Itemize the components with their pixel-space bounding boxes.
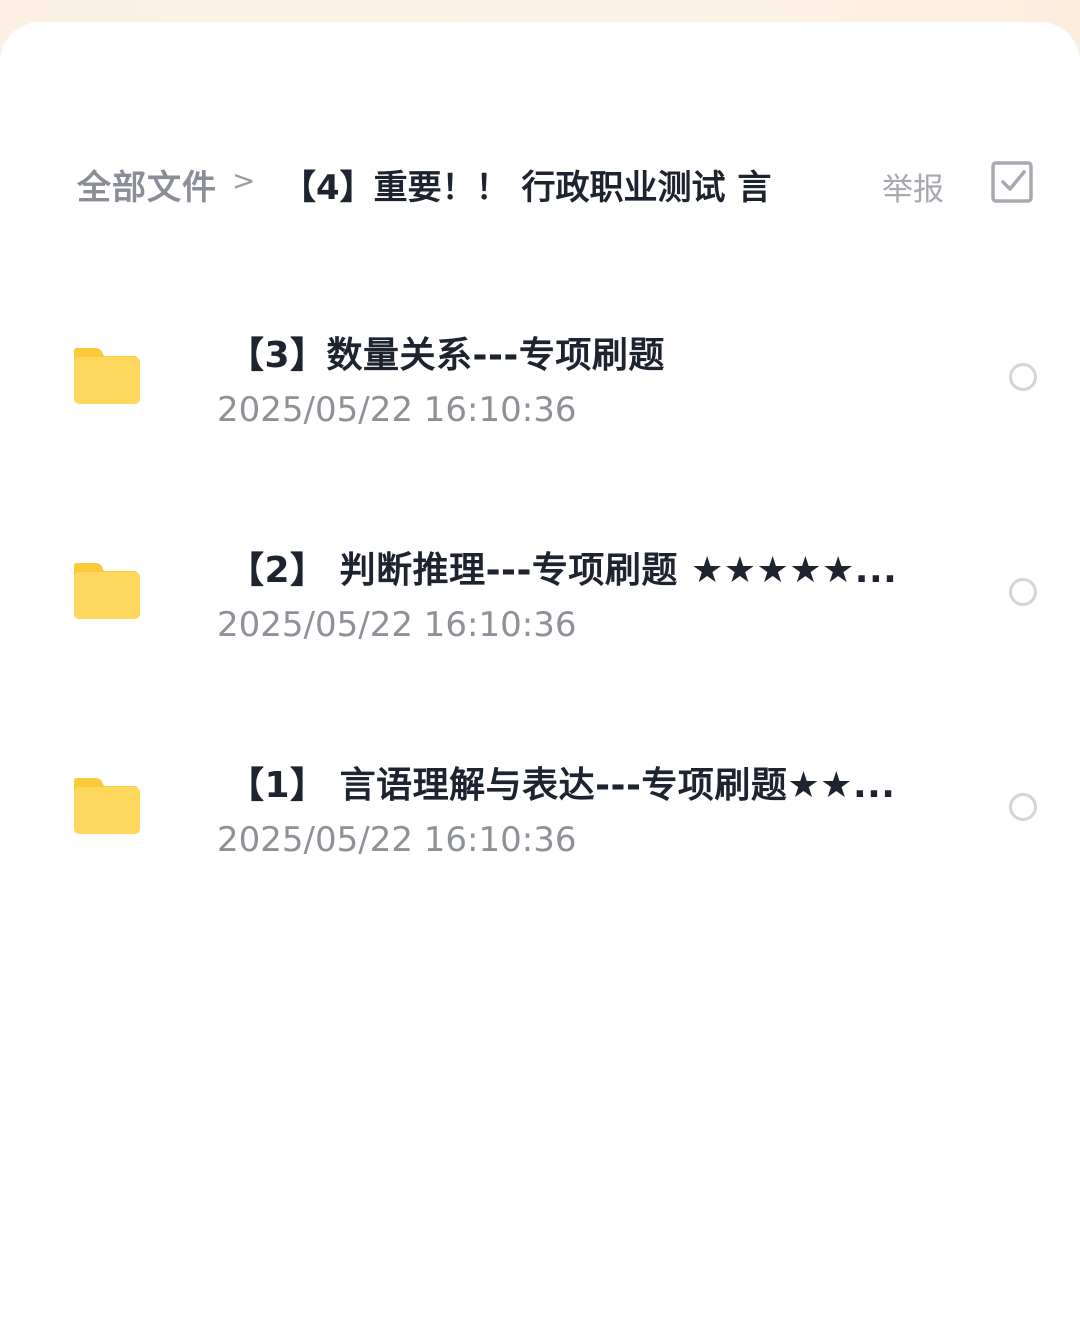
list-item[interactable]: 【2】 判断推理---专项刷题 ★★★★★... 2025/05/22 16:1… bbox=[0, 489, 1080, 704]
file-name: 【1】 言语理解与表达---专项刷题★★... bbox=[228, 765, 896, 806]
folder-icon bbox=[72, 346, 140, 404]
select-radio[interactable] bbox=[1009, 578, 1037, 606]
file-timestamp: 2025/05/22 16:10:36 bbox=[217, 390, 577, 430]
folder-icon bbox=[72, 776, 140, 834]
breadcrumb-current-folder: 【4】重要！！ 行政职业测试 言 bbox=[282, 168, 772, 208]
report-button[interactable]: 举报 bbox=[882, 164, 944, 209]
file-timestamp: 2025/05/22 16:10:36 bbox=[217, 820, 577, 860]
breadcrumb-root[interactable]: 全部文件 bbox=[77, 160, 217, 209]
file-timestamp: 2025/05/22 16:10:36 bbox=[217, 605, 577, 645]
file-sheet: 全部文件 > 【4】重要！！ 行政职业测试 言 举报 【3】数量关系---专项刷… bbox=[0, 22, 1080, 1338]
select-radio[interactable] bbox=[1009, 793, 1037, 821]
breadcrumb-bar: 全部文件 > 【4】重要！！ 行政职业测试 言 举报 bbox=[0, 132, 1080, 232]
breadcrumb-separator: > bbox=[232, 164, 256, 197]
folder-icon bbox=[72, 561, 140, 619]
select-radio[interactable] bbox=[1009, 363, 1037, 391]
file-list: 【3】数量关系---专项刷题 2025/05/22 16:10:36 【2】 判… bbox=[0, 274, 1080, 919]
list-item[interactable]: 【3】数量关系---专项刷题 2025/05/22 16:10:36 bbox=[0, 274, 1080, 489]
file-name: 【3】数量关系---专项刷题 bbox=[228, 335, 665, 376]
list-item[interactable]: 【1】 言语理解与表达---专项刷题★★... 2025/05/22 16:10… bbox=[0, 704, 1080, 919]
file-name: 【2】 判断推理---专项刷题 ★★★★★... bbox=[228, 550, 898, 591]
multi-select-icon[interactable] bbox=[990, 160, 1034, 204]
